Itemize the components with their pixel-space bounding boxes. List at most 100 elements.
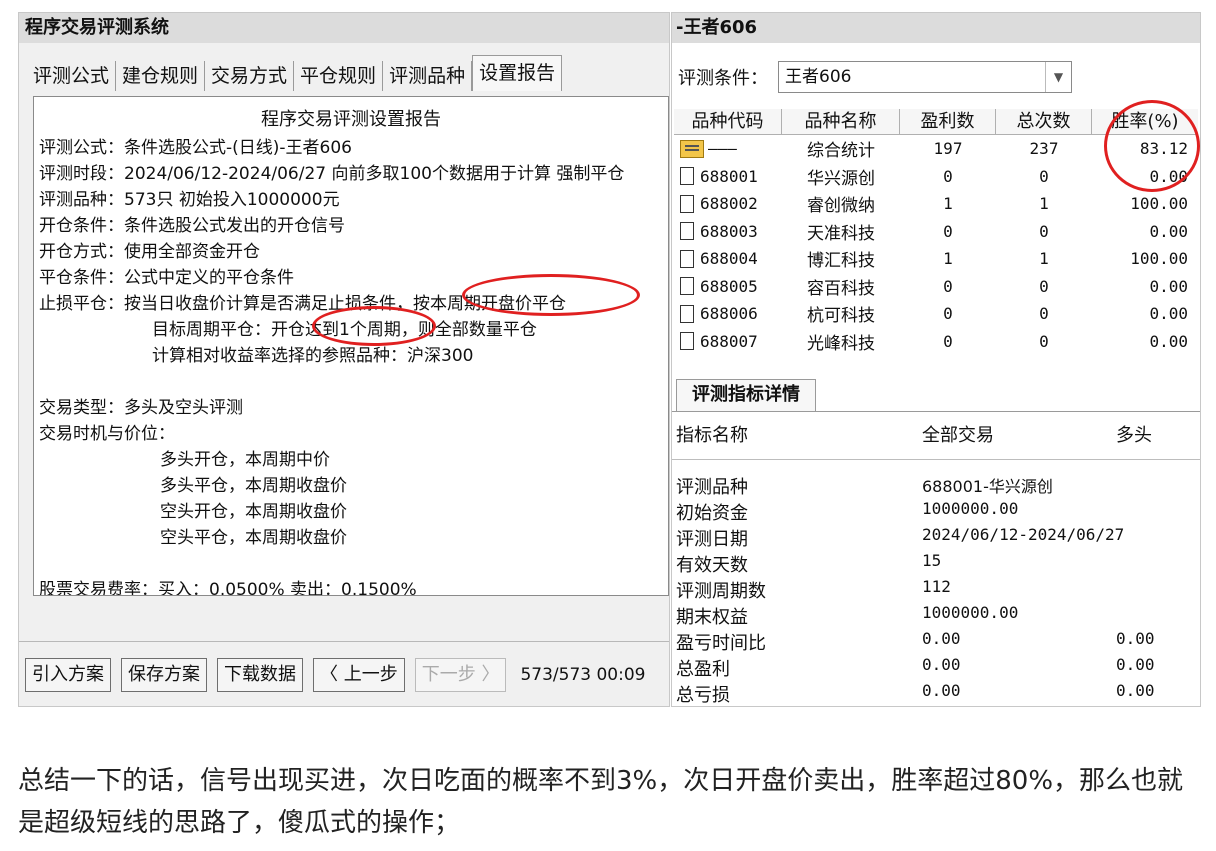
chevron-down-icon[interactable]: ▼ [1045,62,1071,92]
detail-name: 总亏损 [676,685,730,706]
condition-select[interactable]: 王者606 ▼ [778,61,1072,93]
tab-open-rules[interactable]: 建仓规则 [116,61,206,91]
download-data-button[interactable]: 下载数据 [217,658,303,692]
table-row[interactable]: 688004 博汇科技 1 1 100.00 [674,245,1198,273]
detail-row: 总盈利 0.00 0.00 [676,655,1155,681]
caption-text: 总结一下的话，信号出现买进，次日吃面的概率不到3%，次日开盘价卖出，胜率超过80… [18,766,1184,838]
report-line-trade-type: 交易类型：多头及空头评测 [39,398,243,418]
detail-row: 评测周期数 112 [676,577,951,603]
table-row[interactable]: 688006 杭可科技 0 0 0.00 [674,300,1198,328]
detail-row: 初始资金 1000000.00 [676,499,1018,525]
document-icon [680,249,694,268]
detail-all: 0.00 [922,681,961,700]
detail-name: 有效天数 [676,555,748,576]
row-total: 0 [1039,166,1049,186]
next-step-button[interactable]: 下一步 〉 [414,658,507,692]
report-line-instruments: 评测品种：573只 初始投入1000000元 [39,190,340,210]
table-row[interactable]: 688002 睿创微纳 1 1 100.00 [674,190,1198,218]
save-plan-button[interactable]: 保存方案 [121,658,207,692]
table-row[interactable]: 688007 光峰科技 0 0 0.00 [674,328,1198,356]
report-line-formula: 评测公式：条件选股公式-(日线)-王者606 [39,138,352,158]
import-plan-button[interactable]: 引入方案 [25,658,111,692]
detail-row: 期末权益 1000000.00 [676,603,1018,629]
row-name: 容百科技 [807,278,875,299]
report-line-close-condition: 平仓条件：公式中定义的平仓条件 [39,268,294,288]
detail-all: 1000000.00 [922,603,1019,622]
detail-name: 评测品种 [676,477,748,498]
row-code: 688004 [700,249,758,269]
column-header-code[interactable]: 品种代码 [674,109,782,134]
divider [672,411,1200,412]
summary-code: ——— [708,139,737,159]
tab-metric-details[interactable]: 评测指标详情 [676,379,816,411]
report-title: 程序交易评测设置报告 [261,109,441,130]
row-win-rate: 0.00 [1149,221,1188,241]
column-header-total[interactable]: 总次数 [996,109,1092,134]
report-line-open-mode: 开仓方式：使用全部资金开仓 [39,242,260,262]
report-line-benchmark: 计算相对收益率选择的参照品种：沪深300 [152,346,474,366]
row-name: 光峰科技 [807,333,875,354]
detail-name: 期末权益 [676,607,748,628]
detail-all: 1000000.00 [922,499,1019,518]
row-total: 0 [1039,276,1049,296]
detail-long: 0.00 [1116,655,1155,674]
document-icon [680,222,694,241]
progress-counter: 573/573 00:09 [520,665,646,685]
document-icon [680,167,694,186]
detail-row: 有效天数 15 [676,551,941,577]
row-total: 0 [1039,304,1049,324]
tab-close-rules[interactable]: 平仓规则 [294,61,384,91]
table-header: 品种代码 品种名称 盈利数 总次数 胜率(%) [674,109,1198,135]
table-row[interactable]: 688003 天准科技 0 0 0.00 [674,218,1198,246]
detail-long: 0.00 [1116,629,1155,648]
column-header-win-rate[interactable]: 胜率(%) [1092,109,1198,134]
column-header-profit[interactable]: 盈利数 [900,109,996,134]
row-profit: 0 [943,304,953,324]
tab-instruments[interactable]: 评测品种 [383,61,473,91]
report-line-target-period: 目标周期平仓：开仓达到1个周期，则全部数量平仓 [152,320,537,340]
detail-all: 2024/06/12-2024/06/27 [922,525,1125,544]
row-code: 688006 [700,304,758,324]
row-profit: 0 [943,331,953,351]
table-row[interactable]: 688005 容百科技 0 0 0.00 [674,273,1198,301]
condition-label: 评测条件： [678,68,768,89]
row-total: 0 [1039,221,1049,241]
tab-settings-report[interactable]: 设置报告 [472,55,563,91]
detail-long: 0.00 [1116,681,1155,700]
action-bar: 引入方案 保存方案 下载数据 〈 上一步 下一步 〉 573/573 00:09 [25,658,646,692]
document-icon [680,332,694,351]
detail-all: 688001-华兴源创 [922,477,1053,496]
tab-formula[interactable]: 评测公式 [27,61,117,91]
settings-report-panel[interactable]: 程序交易评测设置报告 评测公式：条件选股公式-(日线)-王者606 评测时段：2… [33,96,669,596]
detail-row: 评测日期 2024/06/12-2024/06/27 [676,525,1124,551]
divider [672,459,1200,460]
summary-row[interactable]: ——— 综合统计 197 237 83.12 [674,135,1198,163]
detail-row: 盈亏时间比 0.00 0.00 [676,629,1155,655]
row-name: 天准科技 [807,223,875,244]
summary-profit: 197 [933,139,963,159]
tab-trade-mode[interactable]: 交易方式 [205,61,295,91]
summary-total: 237 [1029,139,1059,159]
row-win-rate: 0.00 [1149,331,1188,351]
summary-win-rate: 83.12 [1139,139,1188,159]
table-row[interactable]: 688001 华兴源创 0 0 0.00 [674,163,1198,191]
row-name: 博汇科技 [807,251,875,272]
previous-step-button[interactable]: 〈 上一步 [313,658,405,692]
document-icon [680,304,694,323]
report-line-fees: 股票交易费率：买入：0.0500% 卖出：0.1500% [39,580,417,596]
window-title: 程序交易评测系统 [19,13,669,43]
row-profit: 0 [943,166,953,186]
row-profit: 1 [943,194,953,214]
row-name: 华兴源创 [807,168,875,189]
row-profit: 0 [943,276,953,296]
row-win-rate: 100.00 [1130,194,1188,214]
row-profit: 1 [943,249,953,269]
row-win-rate: 0.00 [1149,166,1188,186]
condition-value: 王者606 [785,67,852,87]
column-header-name[interactable]: 品种名称 [782,109,900,134]
row-name: 睿创微纳 [807,196,875,217]
detail-header-long: 多头 [1116,425,1152,446]
document-icon [680,277,694,296]
detail-name: 总盈利 [676,659,730,680]
row-code: 688005 [700,276,758,296]
